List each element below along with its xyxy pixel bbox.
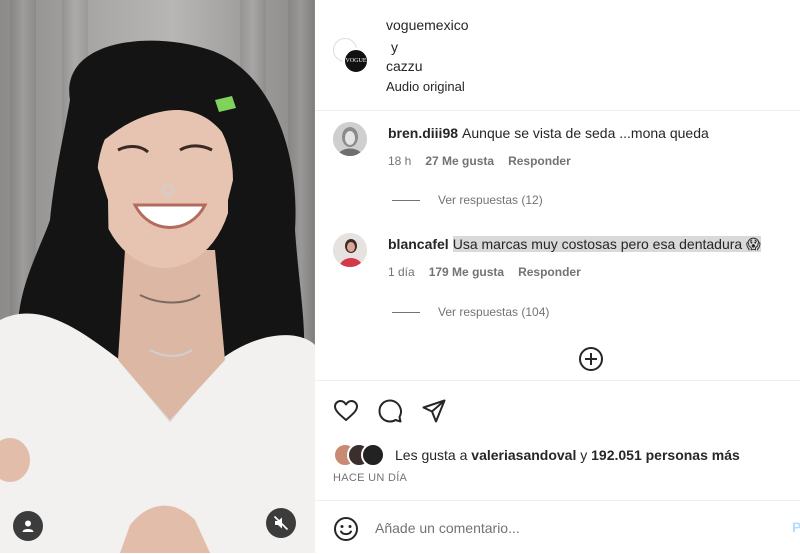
load-more-comments-icon[interactable] [578, 346, 604, 372]
reply-button[interactable]: Responder [518, 265, 581, 279]
post-panel: VOGUE voguemexico y cazzu Audio original… [315, 0, 800, 553]
author-connector: y [391, 39, 398, 55]
author-avatar[interactable]: VOGUE [333, 38, 369, 74]
avatar [361, 443, 385, 467]
shocked-emoji: 😱 [746, 236, 761, 252]
reply-button[interactable]: Responder [508, 154, 571, 168]
user-icon [22, 520, 34, 532]
comment-icon[interactable] [377, 398, 403, 424]
emoji-icon[interactable] [333, 516, 359, 542]
comment-input[interactable] [375, 513, 775, 543]
view-replies-button[interactable]: Ver respuestas (12) [392, 193, 543, 207]
speaker-muted-icon [273, 515, 289, 531]
replies-divider [392, 199, 420, 201]
user-tag-button[interactable] [13, 511, 43, 541]
heart-icon[interactable] [333, 398, 359, 424]
share-icon[interactable] [421, 398, 447, 424]
likes-count-link[interactable]: 192.051 personas más [591, 447, 740, 463]
comment-avatar[interactable] [333, 122, 367, 156]
comment-meta: 1 día 179 Me gusta Responder [388, 265, 595, 279]
comment-time[interactable]: 18 h [388, 154, 411, 168]
profile-photo [333, 233, 367, 267]
video-player[interactable] [0, 0, 315, 553]
likes-summary: Les gusta a valeriasandoval y 192.051 pe… [395, 447, 740, 463]
comment-text: bren.diii98 Aunque se vista de seda ...mo… [388, 125, 709, 141]
view-replies-label: Ver respuestas (12) [438, 193, 543, 207]
comment-time[interactable]: 1 día [388, 265, 415, 279]
publish-button[interactable]: P [792, 519, 800, 535]
add-comment-bar: P [315, 500, 800, 554]
comment-username[interactable]: blancafel [388, 236, 449, 252]
profile-photo [333, 122, 367, 156]
author-link-voguemexico[interactable]: voguemexico [386, 17, 469, 33]
view-replies-button[interactable]: Ver respuestas (104) [392, 305, 549, 319]
comment-likes[interactable]: 27 Me gusta [425, 154, 494, 168]
vogue-logo: VOGUE [343, 48, 369, 74]
comment-likes[interactable]: 179 Me gusta [429, 265, 504, 279]
comment-username[interactable]: bren.diii98 [388, 125, 458, 141]
post-date: HACE UN DÍA [333, 472, 408, 484]
comment-body: Usa marcas muy costosas pero esa dentadu… [452, 236, 761, 252]
view-replies-label: Ver respuestas (104) [438, 305, 550, 319]
comment-meta: 18 h 27 Me gusta Responder [388, 154, 585, 168]
comment-text: blancafel Usa marcas muy costosas pero es… [388, 236, 761, 253]
liked-by-avatars[interactable] [333, 443, 393, 467]
author-link-cazzu[interactable]: cazzu [386, 58, 423, 74]
mute-toggle-button[interactable] [266, 508, 296, 538]
liker-username[interactable]: valeriasandoval [471, 447, 576, 463]
comment-avatar[interactable] [333, 233, 367, 267]
video-frame [0, 40, 315, 553]
audio-link[interactable]: Audio original [386, 79, 465, 94]
post-header: VOGUE voguemexico y cazzu Audio original [315, 0, 800, 111]
comment-body: Aunque se vista de seda ...mona queda [462, 125, 709, 141]
post-actions: Les gusta a valeriasandoval y 192.051 pe… [315, 380, 800, 501]
replies-divider [392, 311, 420, 313]
